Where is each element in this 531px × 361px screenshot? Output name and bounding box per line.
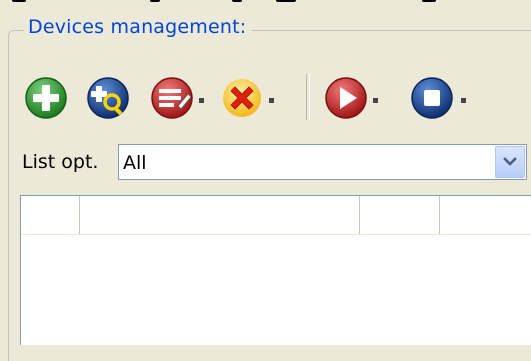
play-icon: [325, 77, 367, 119]
list-options-value: All: [123, 152, 147, 174]
list-options-label: List opt.: [22, 151, 99, 173]
column-divider[interactable]: [79, 196, 80, 234]
delete-x-icon: [223, 79, 261, 117]
edit-list-icon: [151, 77, 193, 119]
search-add-icon: [87, 77, 129, 119]
edit-device-button[interactable]: [150, 76, 194, 120]
clipped-text-fragment: [232, 0, 242, 2]
search-device-button[interactable]: [86, 76, 130, 120]
clipped-text-fragment: [422, 0, 436, 2]
stop-icon: [411, 77, 453, 119]
chevron-down-icon: [503, 157, 517, 166]
list-options-select[interactable]: All: [118, 144, 527, 180]
stop-button[interactable]: [410, 76, 454, 120]
column-divider[interactable]: [439, 196, 440, 234]
add-device-button[interactable]: [24, 76, 68, 120]
stop-dropdown-arrow[interactable]: [458, 94, 468, 106]
clipped-text-fragment: [276, 0, 296, 2]
dropdown-button[interactable]: [495, 146, 525, 178]
top-strip: [0, 0, 531, 4]
toolbar-separator: [306, 74, 310, 120]
clipped-text-fragment: [12, 0, 26, 2]
start-dropdown-arrow[interactable]: [370, 94, 380, 106]
devices-table[interactable]: [20, 195, 531, 345]
add-plus-icon: [25, 77, 67, 119]
table-header: [21, 196, 531, 235]
start-button[interactable]: [324, 76, 368, 120]
group-title: Devices management:: [24, 16, 253, 38]
edit-dropdown-arrow[interactable]: [196, 94, 206, 106]
clipped-text-fragment: [150, 0, 160, 2]
delete-device-button[interactable]: [220, 76, 264, 120]
column-divider[interactable]: [359, 196, 360, 234]
delete-dropdown-arrow[interactable]: [266, 94, 276, 106]
